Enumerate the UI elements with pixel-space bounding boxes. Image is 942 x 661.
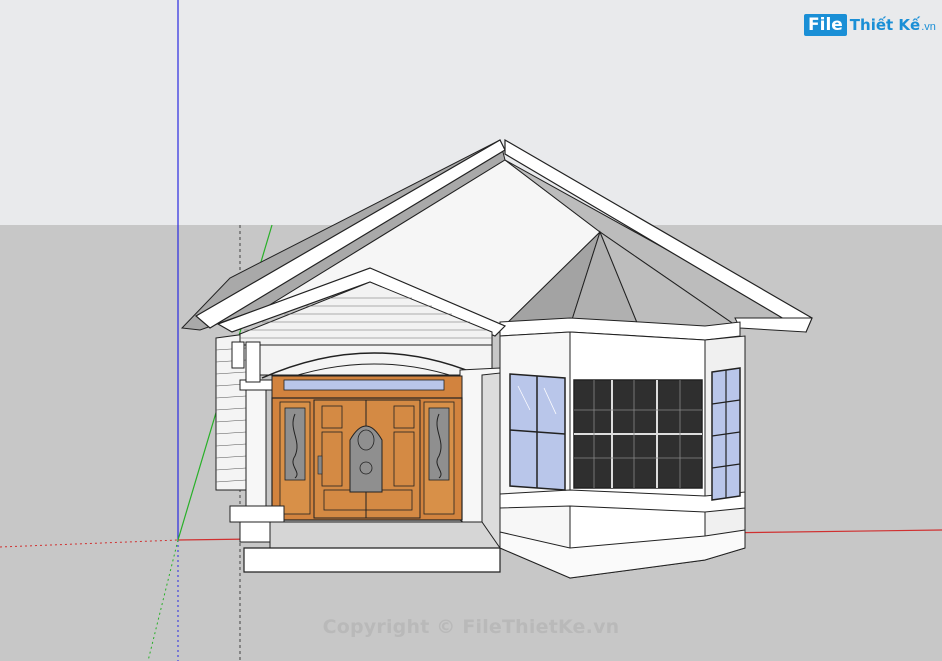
door-handle-icon[interactable] xyxy=(317,455,323,475)
wall-lamp xyxy=(231,341,245,369)
porch-step xyxy=(243,547,501,573)
logo-domain-text: .vn xyxy=(921,21,936,33)
porch-floor xyxy=(269,521,501,549)
copyright-watermark: Copyright © FileThietKe.vn xyxy=(322,616,620,638)
sketchup-viewport[interactable] xyxy=(0,0,942,661)
porch-beam xyxy=(245,344,493,376)
filethietke-logo: File Thiết Kế .vn xyxy=(804,14,936,36)
door-arched-glass xyxy=(349,425,383,493)
front-wall-return xyxy=(481,372,501,550)
bay-left-window xyxy=(509,373,566,491)
bay-right-window xyxy=(711,367,741,501)
transom-glass xyxy=(283,379,445,391)
house-model xyxy=(0,0,942,661)
logo-name-text: Thiết Kế xyxy=(849,16,921,34)
logo-file-text: File xyxy=(804,14,847,36)
bay-front-window xyxy=(573,379,703,489)
main-door-assembly[interactable] xyxy=(271,375,463,521)
